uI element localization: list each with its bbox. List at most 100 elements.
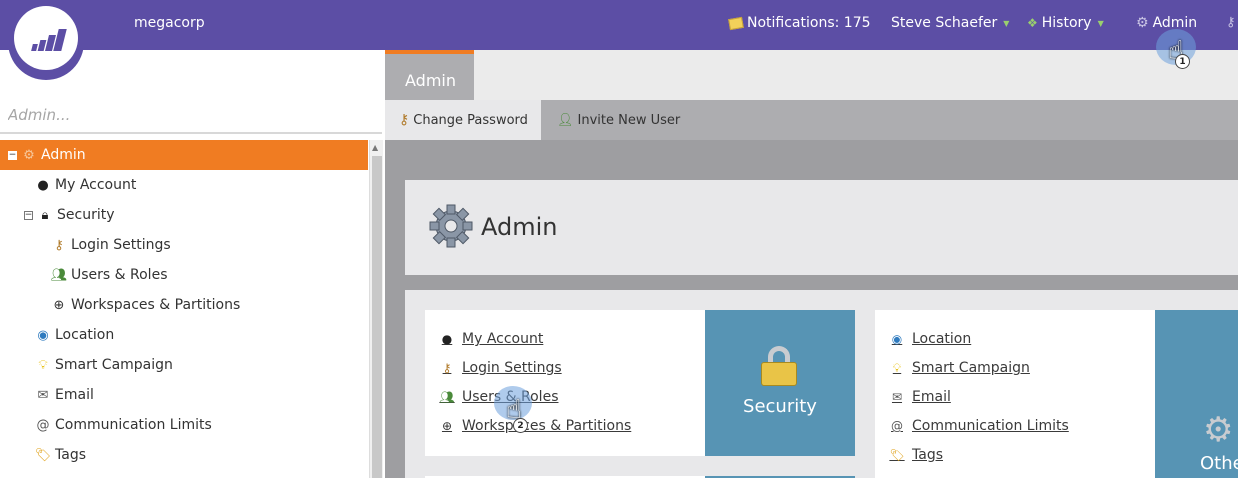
chevron-down-icon: ▼ — [1003, 18, 1010, 28]
user-menu[interactable]: Steve Schaefer ▼ — [891, 15, 1009, 31]
link-smart-campaign[interactable]: 💡︎ Smart Campaign — [890, 360, 1030, 376]
link-label: Location — [912, 331, 972, 347]
chevron-down-icon: ▼ — [1097, 18, 1104, 28]
link-tags[interactable]: 🏷︎ Tags — [889, 447, 943, 463]
admin-search-input[interactable] — [0, 98, 382, 134]
sidebar-item-users-roles[interactable]: 👥︎ Users & Roles — [0, 260, 368, 290]
other-card-title: Other — [1200, 453, 1238, 474]
link-label: My Account — [462, 331, 544, 347]
key-icon: ⚷ — [1226, 15, 1236, 30]
gear-icon: ⚙ — [1136, 15, 1149, 31]
globe-icon: ⊕ — [441, 419, 453, 433]
sidebar-item-label: Tags — [55, 447, 86, 463]
globe-location-icon: ◉ — [891, 332, 903, 346]
add-user-icon: 👤︎ — [557, 112, 574, 128]
company-name: megacorp — [134, 15, 205, 31]
users-icon: 👥︎ — [439, 390, 455, 404]
email-icon: ✉ — [891, 390, 903, 404]
sidebar-scrollbar[interactable]: ▲ — [369, 140, 383, 478]
user-icon: ● — [441, 332, 453, 346]
link-label: Communication Limits — [912, 418, 1069, 434]
notifications-link[interactable]: Notifications: 175 — [728, 15, 871, 31]
security-card-title: Security — [743, 396, 817, 417]
sidebar-item-label: Smart Campaign — [55, 357, 173, 373]
globe-icon: ⊕ — [53, 297, 65, 313]
history-menu[interactable]: ❖ History ▼ — [1027, 15, 1104, 31]
lightbulb-icon: 💡︎ — [38, 357, 48, 373]
tab-strip — [385, 50, 1238, 100]
link-my-account[interactable]: ● My Account — [440, 331, 544, 347]
sidebar-item-location[interactable]: ◉ Location — [0, 320, 368, 350]
sidebar-item-smart-campaign[interactable]: 💡︎ Smart Campaign — [0, 350, 368, 380]
sidebar-item-communication-limits[interactable]: @ Communication Limits — [0, 410, 368, 440]
link-login-settings[interactable]: ⚷ Login Settings — [440, 360, 562, 376]
gear-icon — [429, 204, 473, 248]
link-email[interactable]: ✉ Email — [890, 389, 951, 405]
link-workspaces-partitions[interactable]: ⊕ Workspaces & Partitions — [440, 418, 631, 434]
link-label: Smart Campaign — [912, 360, 1030, 376]
lock-icon — [761, 346, 797, 386]
sidebar-item-my-account[interactable]: ● My Account — [0, 170, 368, 200]
invite-user-label: Invite New User — [577, 112, 681, 128]
gears-icon: ⚙ — [1203, 410, 1234, 450]
link-location[interactable]: ◉ Location — [890, 331, 971, 347]
admin-tree: − ⚙ Admin ● My Account − 🔒︎ Security ⚷ L… — [0, 140, 368, 478]
tab-admin[interactable]: Admin — [385, 50, 474, 100]
sidebar-item-label: Admin — [41, 147, 86, 163]
link-label: Tags — [912, 447, 943, 463]
key-icon: ⚷ — [399, 112, 410, 128]
lightbulb-icon: 💡︎ — [892, 360, 902, 375]
at-sign-icon: @ — [891, 419, 903, 433]
notifications-label: Notifications: 175 — [747, 15, 871, 31]
footsteps-icon: ❖ — [1027, 16, 1038, 30]
sidebar-item-admin[interactable]: − ⚙ Admin — [0, 140, 368, 170]
sidebar-item-email[interactable]: ✉ Email — [0, 380, 368, 410]
tag-icon: 🏷︎ — [889, 448, 905, 462]
link-communication-limits[interactable]: @ Communication Limits — [890, 418, 1069, 434]
scroll-up-arrow-icon[interactable]: ▲ — [372, 143, 378, 152]
logo-disc — [14, 6, 78, 70]
sidebar-item-label: Workspaces & Partitions — [71, 297, 241, 313]
history-label: History — [1041, 15, 1092, 31]
gear-icon: ⚙ — [23, 147, 35, 163]
email-icon: ✉ — [37, 387, 49, 403]
change-password-label: Change Password — [413, 112, 528, 128]
top-navigation-bar: megacorp Notifications: 175 Steve Schaef… — [0, 0, 1238, 50]
admin-nav-link[interactable]: ⚙ Admin — [1136, 15, 1197, 31]
sidebar-item-workspaces[interactable]: ⊕ Workspaces & Partitions — [0, 290, 368, 320]
sidebar-item-security[interactable]: − 🔒︎ Security — [0, 200, 368, 230]
change-password-button[interactable]: ⚷ Change Password — [385, 100, 541, 140]
sidebar-item-tags[interactable]: 🏷︎ Tags — [0, 440, 368, 470]
sidebar-item-label: Email — [55, 387, 94, 403]
collapse-icon[interactable]: − — [8, 150, 17, 160]
lock-icon: 🔒︎ — [41, 207, 49, 223]
other-card-tile[interactable]: ⚙ Other — [1155, 310, 1238, 478]
at-sign-icon: @ — [36, 417, 50, 433]
sidebar-item-label: Users & Roles — [71, 267, 168, 283]
user-icon: ● — [37, 177, 49, 193]
sidebar-item-label: My Account — [55, 177, 137, 193]
tab-admin-label: Admin — [405, 71, 456, 90]
logo-bar — [53, 29, 67, 51]
sidebar-item-login-settings[interactable]: ⚷ Login Settings — [0, 230, 368, 260]
users-icon: 👥︎ — [50, 267, 68, 283]
sidebar-item-label: Location — [55, 327, 115, 343]
collapse-icon[interactable]: − — [24, 210, 33, 220]
security-card-tile[interactable]: Security — [705, 310, 855, 456]
link-label: Workspaces & Partitions — [462, 418, 632, 434]
keys-icon: ⚷ — [442, 361, 452, 375]
step-badge: 2 — [513, 418, 528, 433]
link-label: Email — [912, 389, 951, 405]
invite-new-user-button[interactable]: 👤︎ Invite New User — [543, 100, 693, 140]
sidebar-item-label: Login Settings — [71, 237, 171, 253]
user-name: Steve Schaefer — [891, 15, 998, 31]
marketo-logo[interactable] — [8, 0, 84, 80]
step-badge: 1 — [1175, 54, 1190, 69]
key-menu[interactable]: ⚷ — [1226, 15, 1236, 30]
tag-icon: 🏷︎ — [34, 447, 52, 463]
sidebar-item-label: Communication Limits — [55, 417, 212, 433]
scrollbar-thumb[interactable] — [372, 156, 382, 478]
sidebar-item-label: Security — [57, 207, 115, 223]
notification-icon — [728, 16, 744, 30]
link-label: Login Settings — [462, 360, 562, 376]
